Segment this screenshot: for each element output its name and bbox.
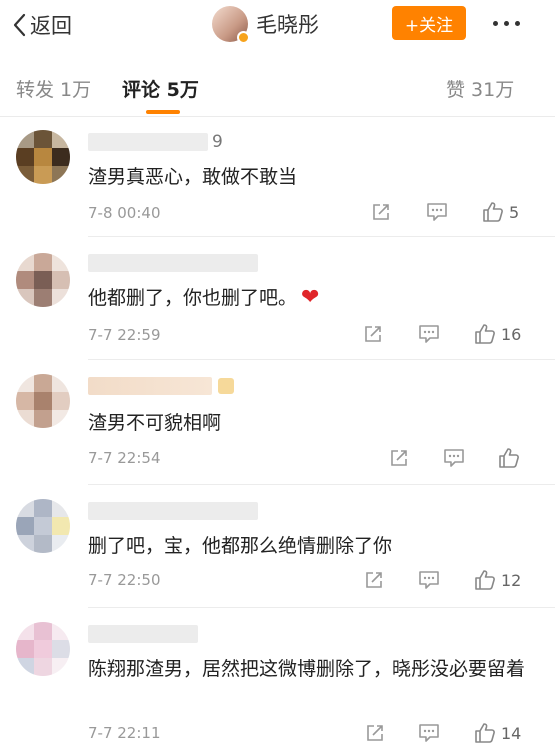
comment-item: 9 渣男真恶心，敢做不敢当 7-8 00:40 5 bbox=[0, 118, 555, 236]
active-tab-indicator bbox=[146, 110, 180, 114]
reply-button[interactable] bbox=[418, 570, 440, 590]
avatar[interactable] bbox=[16, 374, 70, 428]
comment-icon bbox=[419, 325, 439, 343]
comment-text: 他都删了，你也删了吧。 ❤ bbox=[88, 283, 535, 313]
reply-button[interactable] bbox=[443, 448, 465, 468]
profile-header[interactable]: 毛晓彤 bbox=[212, 6, 319, 44]
top-bar: 返回 毛晓彤 +关注 bbox=[0, 0, 555, 52]
repost-button[interactable] bbox=[365, 723, 385, 743]
like-button[interactable]: 16 bbox=[473, 322, 521, 346]
avatar[interactable] bbox=[16, 499, 70, 553]
more-options-icon[interactable] bbox=[484, 6, 528, 40]
thumbs-up-icon bbox=[483, 202, 503, 222]
comment-text: 删了吧，宝，他都那么绝情删除了你 bbox=[88, 535, 393, 557]
comment-text: 陈翔那渣男，居然把这微博删除了，晓彤没必要留着 bbox=[88, 658, 526, 680]
comment-time: 7-8 00:40 bbox=[88, 204, 161, 222]
follow-button[interactable]: +关注 bbox=[392, 6, 466, 40]
comment-icon bbox=[419, 724, 439, 742]
avatar[interactable] bbox=[16, 622, 70, 676]
tab-likes[interactable]: 赞 31万 bbox=[446, 75, 514, 102]
like-count: 5 bbox=[509, 202, 520, 222]
repost-button[interactable] bbox=[371, 202, 391, 222]
like-button[interactable] bbox=[497, 446, 525, 470]
reply-button[interactable] bbox=[418, 324, 440, 344]
back-button[interactable]: 返回 bbox=[12, 10, 72, 40]
repost-icon bbox=[365, 326, 381, 342]
repost-icon bbox=[373, 204, 389, 220]
membership-badge-icon bbox=[218, 378, 234, 394]
repost-icon bbox=[366, 572, 382, 588]
comment-text-content: 他都删了，你也删了吧。 bbox=[88, 287, 298, 309]
like-count: 16 bbox=[501, 324, 522, 344]
repost-icon bbox=[367, 725, 383, 741]
like-button[interactable]: 12 bbox=[473, 568, 521, 592]
profile-name[interactable]: 毛晓彤 bbox=[256, 9, 319, 39]
comment-time: 7-7 22:54 bbox=[88, 449, 161, 467]
verified-badge-icon bbox=[237, 31, 250, 44]
repost-button[interactable] bbox=[364, 570, 384, 590]
reply-button[interactable] bbox=[418, 723, 440, 743]
tab-bar: 转发 1万 评论 5万 赞 31万 bbox=[0, 58, 555, 116]
repost-button[interactable] bbox=[389, 448, 409, 468]
commenter-name[interactable] bbox=[88, 499, 258, 523]
thumbs-up-icon bbox=[499, 448, 519, 468]
like-count: 12 bbox=[501, 570, 522, 590]
like-count: 14 bbox=[501, 723, 522, 743]
heart-emoji-icon: ❤ bbox=[301, 285, 320, 310]
tab-comments[interactable]: 评论 5万 bbox=[122, 75, 199, 102]
comment-text: 渣男真恶心，敢做不敢当 bbox=[88, 166, 298, 188]
commenter-name-text: 9 bbox=[212, 132, 223, 152]
commenter-name[interactable] bbox=[88, 622, 258, 646]
comment-icon bbox=[427, 203, 447, 221]
divider bbox=[0, 116, 555, 117]
comment-item: 陈翔那渣男，居然把这微博删除了，晓彤没必要留着 7-7 22:11 14 bbox=[0, 608, 555, 750]
repost-icon bbox=[391, 450, 407, 466]
commenter-name[interactable] bbox=[88, 251, 258, 275]
reply-button[interactable] bbox=[426, 202, 448, 222]
thumbs-up-icon bbox=[475, 723, 495, 743]
comment-item: 他都删了，你也删了吧。 ❤ 7-7 22:59 16 bbox=[0, 237, 555, 359]
avatar[interactable] bbox=[16, 130, 70, 184]
avatar[interactable] bbox=[212, 6, 250, 44]
comment-item: 删了吧，宝，他都那么绝情删除了你 7-7 22:50 12 bbox=[0, 485, 555, 607]
thumbs-up-icon bbox=[475, 570, 495, 590]
thumbs-up-icon bbox=[475, 324, 495, 344]
comment-time: 7-7 22:59 bbox=[88, 326, 161, 344]
commenter-name[interactable]: 9 bbox=[88, 130, 258, 154]
repost-button[interactable] bbox=[363, 324, 383, 344]
comment-time: 7-7 22:50 bbox=[88, 571, 161, 589]
like-button[interactable]: 5 bbox=[481, 200, 519, 224]
comment-time: 7-7 22:11 bbox=[88, 724, 161, 742]
comment-icon bbox=[419, 571, 439, 589]
avatar[interactable] bbox=[16, 253, 70, 307]
commenter-name[interactable] bbox=[88, 374, 258, 398]
back-label: 返回 bbox=[30, 14, 72, 38]
chevron-left-icon bbox=[13, 13, 26, 37]
tab-repost[interactable]: 转发 1万 bbox=[16, 75, 91, 102]
comment-icon bbox=[444, 449, 464, 467]
comment-item: 渣男不可貌相啊 7-7 22:54 bbox=[0, 360, 555, 484]
like-button[interactable]: 14 bbox=[473, 721, 521, 745]
comment-text: 渣男不可貌相啊 bbox=[88, 412, 222, 434]
